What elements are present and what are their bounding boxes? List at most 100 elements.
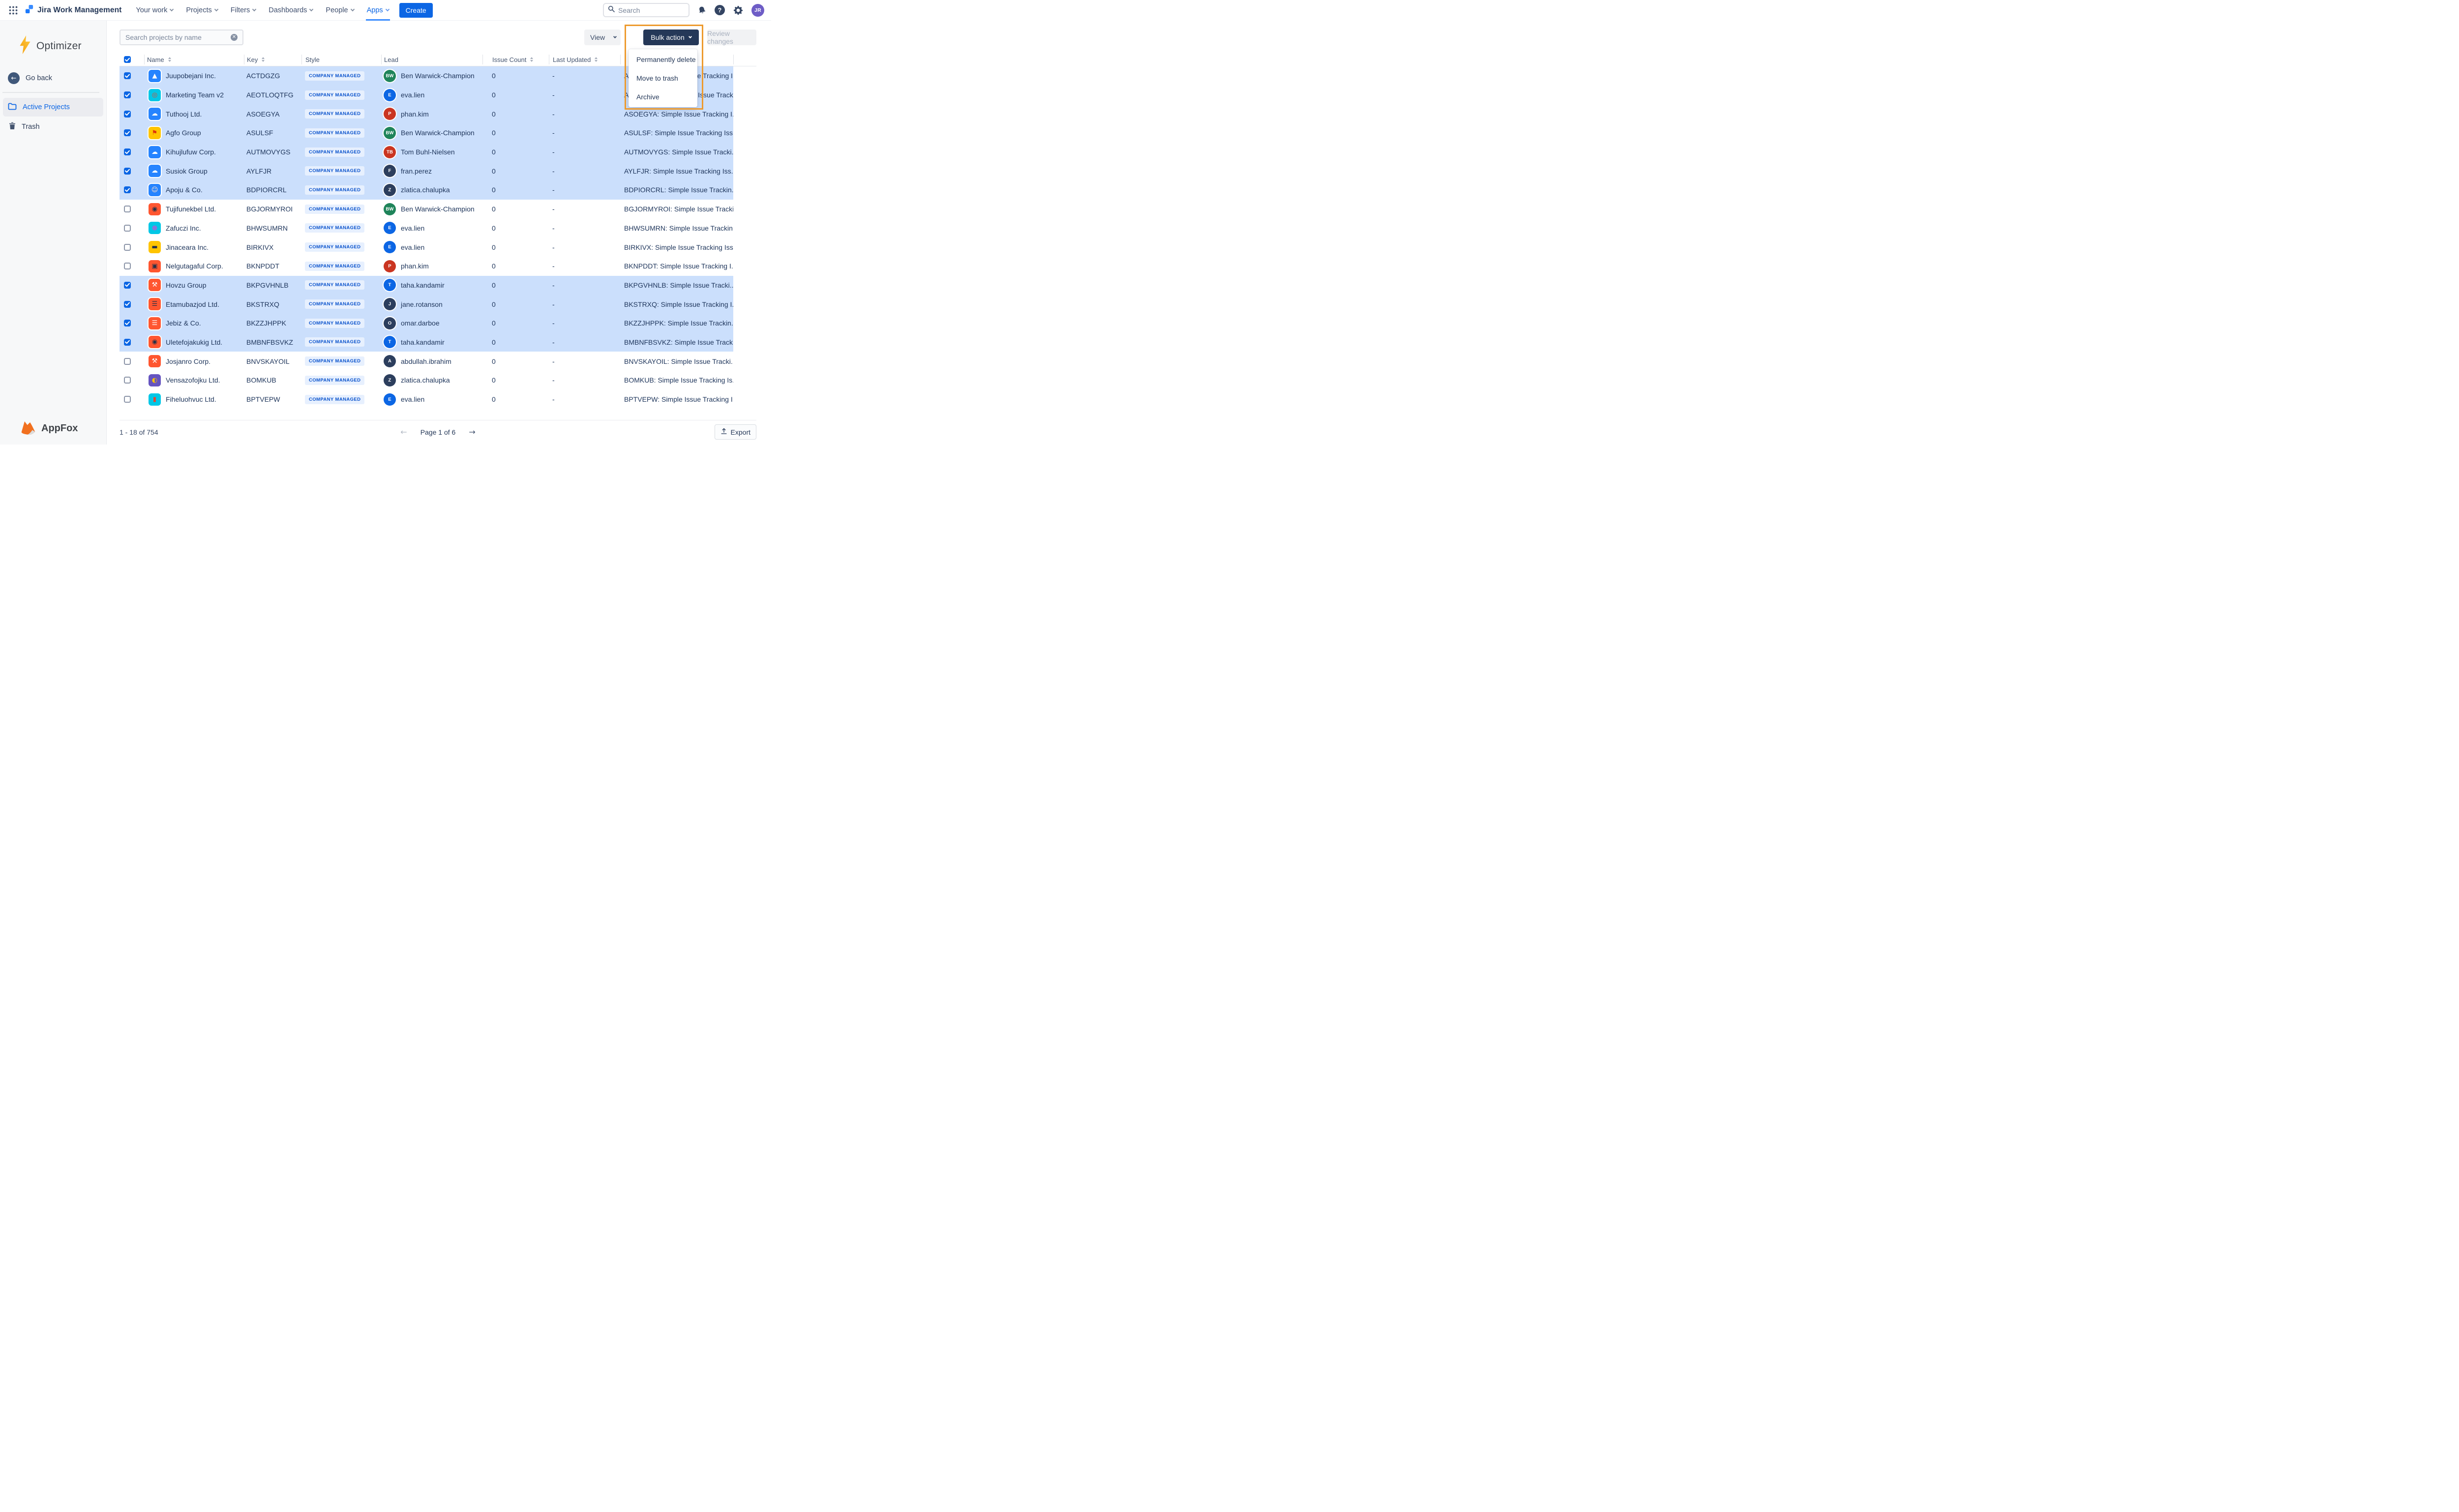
row-checkbox[interactable] [124, 129, 131, 136]
issue-count: 0 [482, 161, 549, 180]
nav-item-people[interactable]: People [319, 0, 360, 21]
row-checkbox[interactable] [124, 282, 131, 289]
project-search[interactable]: ✕ [120, 30, 243, 45]
row-checkbox[interactable] [124, 320, 131, 326]
row-checkbox[interactable] [124, 244, 131, 251]
last-updated: - [549, 295, 620, 314]
project-key: BPTVEPW [244, 390, 301, 409]
top-navigation-bar: Jira Work Management Your workProjectsFi… [0, 0, 771, 21]
app-switcher-icon[interactable] [9, 6, 18, 15]
global-search-input[interactable] [618, 6, 685, 14]
lead-avatar: BW [384, 127, 396, 139]
lead-avatar: E [384, 222, 396, 234]
row-checkbox[interactable] [124, 168, 131, 175]
lead-name: abdullah.ibrahim [401, 357, 451, 365]
view-button-label[interactable]: View [584, 33, 609, 41]
lead-name: Ben Warwick-Champion [401, 205, 475, 213]
sort-icon[interactable] [595, 57, 598, 62]
fox-icon [19, 419, 37, 438]
chevron-down-icon [689, 34, 692, 38]
column-header-key[interactable]: Key [244, 55, 301, 64]
nav-item-dashboards[interactable]: Dashboards [262, 0, 319, 21]
project-name: Josjanro Corp. [166, 357, 210, 365]
menu-item-permanently-delete[interactable]: Permanently delete [629, 50, 697, 69]
row-checkbox[interactable] [124, 206, 131, 212]
row-checkbox[interactable] [124, 358, 131, 365]
next-page-arrow-icon[interactable]: → [469, 427, 475, 437]
lead-name: Ben Warwick-Champion [401, 129, 475, 137]
previous-page-arrow-icon[interactable]: ← [400, 427, 407, 437]
lifebuoy-icon: ◎ [149, 89, 161, 101]
style-badge: COMPANY MANAGED [305, 262, 364, 271]
row-checkbox[interactable] [124, 301, 131, 308]
row-checkbox[interactable] [124, 111, 131, 118]
nav-item-apps[interactable]: Apps [360, 0, 395, 21]
global-search[interactable] [603, 3, 690, 17]
sidebar-item-trash[interactable]: Trash [3, 118, 103, 136]
clear-search-icon[interactable]: ✕ [231, 34, 238, 41]
table-row: ⚒ Josjanro Corp. BNVSKAYOIL COMPANY MANA… [120, 352, 756, 371]
row-checkbox[interactable] [124, 91, 131, 98]
row-trailing-space [733, 314, 756, 333]
last-updated: - [549, 352, 620, 371]
lead-name: fran.perez [401, 167, 432, 175]
person-icon: ☺ [149, 184, 161, 196]
table-row: ☁ Kihujlufuw Corp. AUTMOVYGS COMPANY MAN… [120, 143, 756, 162]
help-icon[interactable]: ? [715, 5, 725, 15]
table-row: ☁ Susiok Group AYLFJR COMPANY MANAGED F … [120, 161, 756, 180]
chevron-down-icon [252, 7, 256, 11]
project-key: AEOTLOQTFG [244, 86, 301, 105]
project-description: BIRKIVX: Simple Issue Tracking Iss... [620, 237, 733, 257]
view-dropdown-toggle[interactable] [609, 37, 621, 38]
sort-icon[interactable] [262, 57, 265, 62]
view-button[interactable]: View [584, 30, 621, 45]
row-checkbox[interactable] [124, 225, 131, 232]
row-checkbox[interactable] [124, 377, 131, 384]
row-trailing-space [733, 333, 756, 352]
row-checkbox[interactable] [124, 396, 131, 403]
last-updated: - [549, 390, 620, 409]
nav-item-your-work[interactable]: Your work [129, 0, 180, 21]
menu-item-archive[interactable]: Archive [629, 88, 697, 106]
project-search-input[interactable] [125, 33, 231, 41]
user-avatar[interactable]: JR [751, 4, 764, 17]
project-description: BMBNFBSVKZ: Simple Issue Track... [620, 333, 733, 352]
row-trailing-space [733, 276, 756, 295]
select-all-checkbox[interactable] [124, 56, 131, 63]
arrow-left-icon: ← [8, 72, 20, 84]
jira-brand[interactable]: Jira Work Management [25, 4, 121, 16]
review-changes-button[interactable]: Review changes [707, 30, 756, 45]
crystal-ball-icon: ● [149, 222, 161, 234]
issue-count: 0 [482, 257, 549, 276]
create-button[interactable]: Create [399, 3, 433, 18]
go-back-button[interactable]: ← Go back [8, 72, 106, 84]
menu-item-move-to-trash[interactable]: Move to trash [629, 69, 697, 88]
project-name: Nelgutagaful Corp. [166, 262, 223, 270]
nav-item-filters[interactable]: Filters [224, 0, 262, 21]
row-checkbox[interactable] [124, 186, 131, 193]
export-button[interactable]: Export [715, 424, 756, 440]
row-checkbox[interactable] [124, 72, 131, 79]
bulk-action-button[interactable]: Bulk action [643, 30, 699, 45]
notifications-bell-icon[interactable] [698, 6, 706, 15]
column-header-issue-count[interactable]: Issue Count [482, 55, 549, 64]
parrot-icon: ◐ [149, 374, 161, 386]
column-header-name[interactable]: Name [144, 55, 244, 64]
lead-avatar: E [384, 89, 396, 101]
nav-item-projects[interactable]: Projects [180, 0, 224, 21]
sort-icon[interactable] [168, 57, 171, 62]
lead-avatar: TB [384, 146, 396, 158]
sidebar: Optimizer ← Go back Active Projects Tras… [0, 21, 107, 445]
lead-name: phan.kim [401, 110, 429, 118]
table-row: ⚑ Agfo Group ASULSF COMPANY MANAGED BW B… [120, 123, 756, 143]
settings-gear-icon[interactable] [733, 5, 743, 15]
column-header-trailing [733, 55, 756, 64]
row-checkbox[interactable] [124, 339, 131, 346]
row-checkbox[interactable] [124, 148, 131, 155]
row-checkbox[interactable] [124, 263, 131, 269]
project-name: Vensazofojku Ltd. [166, 376, 220, 384]
sidebar-item-active-projects[interactable]: Active Projects [3, 98, 103, 117]
sort-icon[interactable] [530, 57, 533, 62]
column-header-last-updated[interactable]: Last Updated [549, 55, 620, 64]
last-updated: - [549, 66, 620, 86]
